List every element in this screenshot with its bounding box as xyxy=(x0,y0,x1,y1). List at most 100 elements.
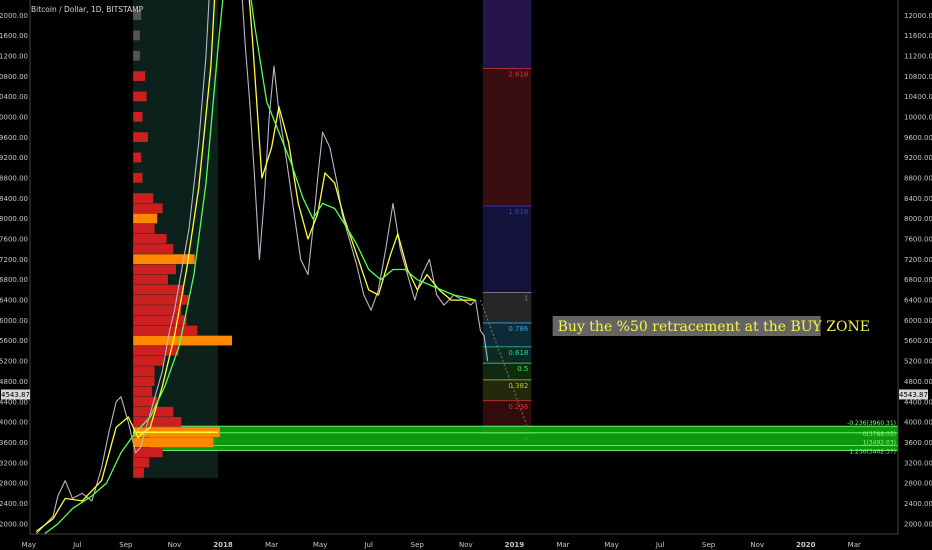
x-tick-label: Jul xyxy=(655,541,665,549)
volume-profile-bar xyxy=(133,244,174,254)
buy-zone-label: 1.236(3402.37) xyxy=(849,449,896,456)
y-tick-label-left: 10400.00 xyxy=(0,93,28,101)
y-tick-label-left: 11600.00 xyxy=(0,32,28,40)
volume-profile-bar xyxy=(133,437,214,448)
y-tick-label-left: 5200.00 xyxy=(0,358,28,366)
x-tick-label: Nov xyxy=(168,541,182,549)
y-tick-label-left: 8400.00 xyxy=(0,195,28,203)
y-tick-label-right: 3200.00 xyxy=(904,459,932,467)
volume-profile-bar xyxy=(133,417,182,427)
y-tick-label-left: 7200.00 xyxy=(0,256,28,264)
y-tick-label-left: 7600.00 xyxy=(0,236,28,244)
y-tick-label-left: 4000.00 xyxy=(0,419,28,427)
y-tick-label-right: 5200.00 xyxy=(904,358,932,366)
volume-profile-bar xyxy=(133,386,152,397)
y-tick-label-left: 6000.00 xyxy=(0,317,28,325)
x-tick-label: 2020 xyxy=(796,541,816,549)
y-tick-label-left: 8000.00 xyxy=(0,215,28,223)
y-tick-label-left: 2000.00 xyxy=(0,520,28,528)
y-tick-label-left: 6800.00 xyxy=(0,276,28,284)
y-tick-label-right: 4400.00 xyxy=(904,398,932,406)
y-tick-label-right: 3600.00 xyxy=(904,439,932,447)
current-price-tag-left: 4543.87 xyxy=(1,391,30,399)
x-tick-label: Jul xyxy=(363,541,373,549)
volume-profile-bar xyxy=(133,213,158,224)
volume-profile-bar xyxy=(133,152,142,163)
x-tick-label: Sep xyxy=(411,541,425,549)
y-tick-label-right: 8800.00 xyxy=(904,175,932,183)
volume-profile-bar xyxy=(133,91,147,102)
x-tick-label: Mar xyxy=(265,541,278,549)
y-tick-label-right: 8400.00 xyxy=(904,195,932,203)
y-tick-label-left: 5600.00 xyxy=(0,337,28,345)
fib-zone xyxy=(482,68,532,206)
x-tick-label: May xyxy=(313,541,327,549)
y-tick-label-right: 4000.00 xyxy=(904,419,932,427)
x-tick-label: 2018 xyxy=(213,541,233,549)
x-tick-label: May xyxy=(22,541,36,549)
volume-profile-bar xyxy=(133,457,150,468)
volume-profile-bar xyxy=(133,111,143,122)
y-tick-label-left: 6400.00 xyxy=(0,297,28,305)
volume-profile-bar xyxy=(133,254,195,265)
fib-level-label: 0.786 xyxy=(508,325,529,333)
y-tick-label-left: 3200.00 xyxy=(0,459,28,467)
x-tick-label: Jul xyxy=(72,541,82,549)
y-tick-label-left: 4400.00 xyxy=(0,398,28,406)
volume-profile-bar xyxy=(133,132,148,142)
y-tick-label-left: 3600.00 xyxy=(0,439,28,447)
volume-profile-bar xyxy=(133,376,155,387)
x-tick-label: Mar xyxy=(848,541,861,549)
y-axis-band-left xyxy=(0,0,30,550)
y-tick-label-left: 4800.00 xyxy=(0,378,28,386)
volume-profile-bar xyxy=(133,50,140,61)
buy-zone-band xyxy=(150,426,898,452)
volume-profile-bar xyxy=(133,71,146,81)
y-tick-label-right: 6800.00 xyxy=(904,276,932,284)
y-tick-label-right: 2000.00 xyxy=(904,520,932,528)
y-tick-label-right: 10000.00 xyxy=(904,113,932,121)
bitcoin-price-chart[interactable]: 2.6181.61810.7860.6180.50.3820.2360 -0.2… xyxy=(0,0,932,550)
y-tick-label-right: 9600.00 xyxy=(904,134,932,142)
volume-profile-bar xyxy=(133,233,167,244)
volume-profile-bar xyxy=(133,356,164,366)
volume-profile-bar xyxy=(133,193,154,204)
annotation-layer: Buy the %50 retracement at the BUY ZONE xyxy=(552,316,870,337)
volume-profile-bar xyxy=(133,172,143,183)
y-tick-label-right: 2800.00 xyxy=(904,480,932,488)
x-tick-label: Nov xyxy=(459,541,473,549)
y-tick-label-right: 9200.00 xyxy=(904,154,932,162)
volume-profile-bar xyxy=(133,325,198,336)
y-tick-label-right: 12000.00 xyxy=(904,12,932,20)
x-tick-label: Nov xyxy=(750,541,764,549)
fib-level-label: 1 xyxy=(524,294,528,302)
buy-zone-label: 0(3788.05) xyxy=(863,431,896,438)
y-axis-band-right xyxy=(898,0,932,550)
buy-zone-label: -0.236(3960.31) xyxy=(847,420,896,427)
y-tick-label-right: 10400.00 xyxy=(904,93,932,101)
y-tick-label-right: 11200.00 xyxy=(904,52,932,60)
current-price-tag-right: 4543.87 xyxy=(899,391,928,399)
volume-profile-bar xyxy=(133,274,168,285)
fib-zone xyxy=(482,205,532,293)
x-tick-label: 2019 xyxy=(505,541,525,549)
volume-profile-bar xyxy=(133,467,144,478)
y-tick-label-right: 7600.00 xyxy=(904,236,932,244)
fib-level-label: 0.618 xyxy=(508,349,528,357)
x-tick-label: Sep xyxy=(702,541,716,549)
volume-profile-bar xyxy=(133,223,155,234)
volume-profile-bar xyxy=(133,264,176,275)
volume-profile-bar xyxy=(133,30,140,41)
y-tick-label-right: 5600.00 xyxy=(904,337,932,345)
x-tick-label: May xyxy=(604,541,618,549)
y-tick-label-left: 9200.00 xyxy=(0,154,28,162)
fib-zone xyxy=(482,0,532,69)
y-tick-label-left: 9600.00 xyxy=(0,134,28,142)
y-tick-label-left: 10000.00 xyxy=(0,113,28,121)
y-tick-label-right: 11600.00 xyxy=(904,32,932,40)
y-tick-label-left: 2800.00 xyxy=(0,480,28,488)
y-tick-label-right: 10800.00 xyxy=(904,73,932,81)
y-tick-label-left: 11200.00 xyxy=(0,52,28,60)
fib-level-label: 0.5 xyxy=(517,365,528,373)
x-tick-label: Mar xyxy=(556,541,569,549)
